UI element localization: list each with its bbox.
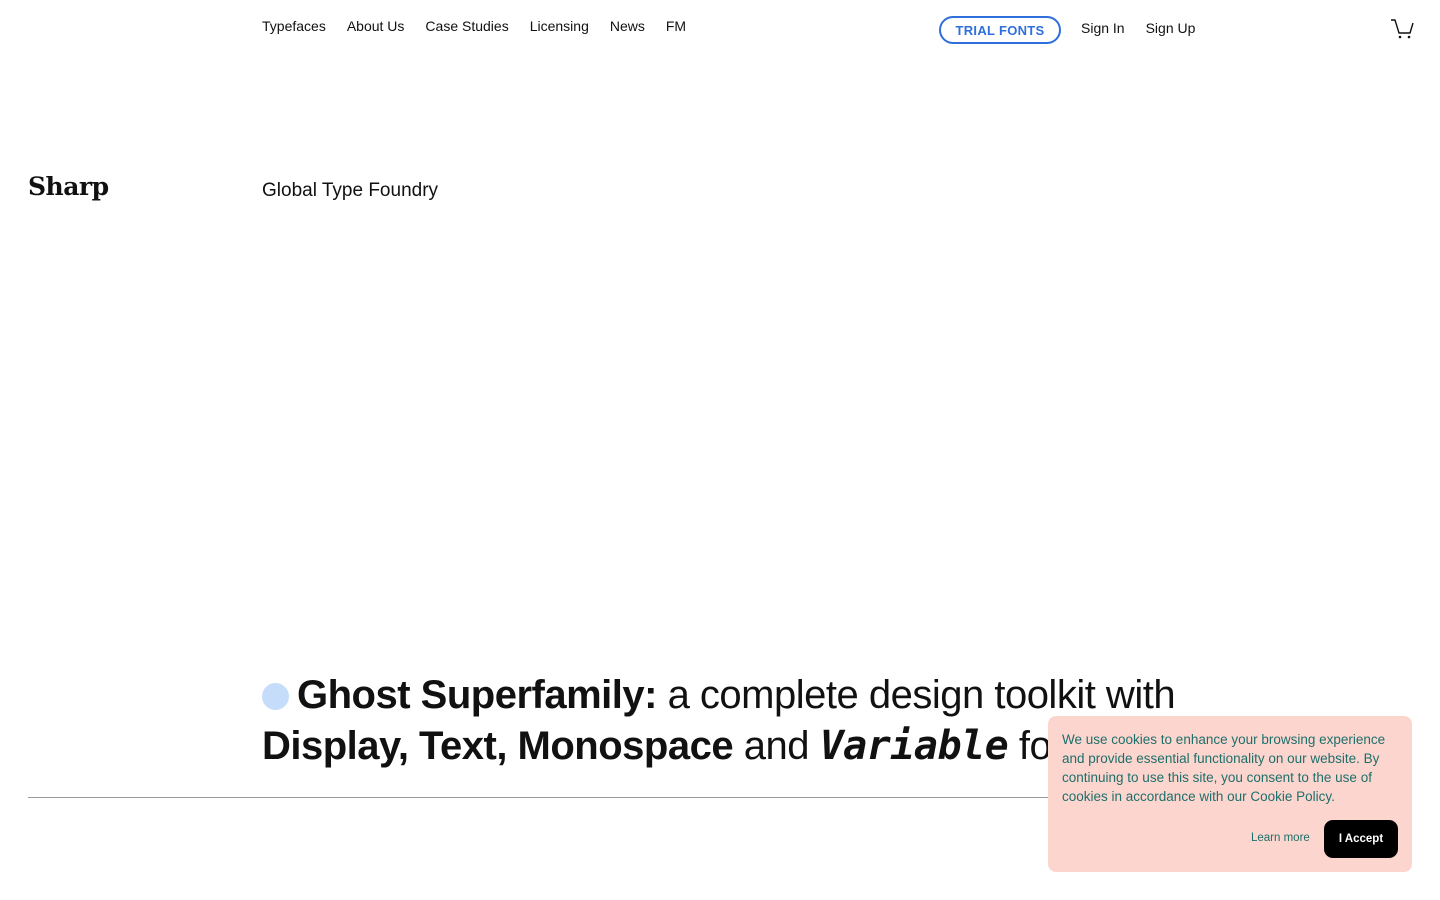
headline-strong-1: Ghost Superfamily: — [297, 673, 657, 717]
sign-up-link[interactable]: Sign Up — [1146, 20, 1196, 36]
hero-dot-icon — [262, 683, 289, 710]
cart-icon-svg — [1391, 19, 1414, 39]
learn-more-link[interactable]: Learn more — [1251, 832, 1310, 844]
cart-icon[interactable] — [1390, 18, 1414, 40]
headline-strong-2: Display, Text, Monospace — [262, 724, 734, 768]
headline-text-1: a complete design toolkit with — [656, 673, 1176, 717]
nav-news[interactable]: News — [610, 18, 645, 34]
nav-typefaces[interactable]: Typefaces — [262, 18, 326, 34]
sign-in-link[interactable]: Sign In — [1081, 20, 1125, 36]
headline-variable: Variable — [819, 723, 1009, 769]
cookie-banner: We use cookies to enhance your browsing … — [1048, 716, 1412, 872]
accept-cookies-button[interactable]: I Accept — [1324, 820, 1398, 858]
headline-text-2: and — [733, 724, 820, 768]
tagline: Global Type Foundry — [262, 180, 439, 201]
auth-links: Sign In Sign Up — [1081, 20, 1195, 36]
nav-about-us[interactable]: About Us — [347, 18, 405, 34]
main-nav: Typefaces About Us Case Studies Licensin… — [262, 18, 686, 34]
nav-licensing[interactable]: Licensing — [530, 18, 589, 34]
brand-logo[interactable]: Sharp — [28, 172, 109, 201]
trial-fonts-button[interactable]: TRIAL FONTS — [939, 16, 1061, 44]
cookie-message: We use cookies to enhance your browsing … — [1062, 732, 1386, 804]
nav-case-studies[interactable]: Case Studies — [425, 18, 508, 34]
nav-fm[interactable]: FM — [666, 18, 686, 34]
